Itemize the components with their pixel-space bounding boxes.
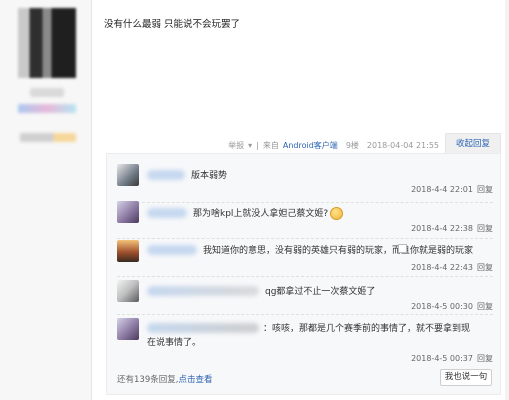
reply-time: 2018-4-4 22:38 回复	[411, 224, 493, 233]
reply-divider	[117, 238, 493, 239]
checkbox-icon[interactable]	[398, 244, 407, 253]
floor-number: 9楼	[345, 141, 359, 150]
scrollbar[interactable]	[505, 0, 509, 400]
say-something-button[interactable]: 我也说一句	[440, 369, 492, 386]
client-link[interactable]: Android客户端	[283, 140, 338, 151]
reply-button[interactable]: 回复	[477, 224, 493, 233]
reply-text: ：咳咳，那都是几个赛季前的事情了，就不要拿到现	[263, 324, 471, 334]
more-replies: 还有139条回复,点击查看	[117, 373, 212, 385]
reply-username-blurred[interactable]	[147, 245, 197, 255]
reply-avatar[interactable]	[117, 280, 139, 302]
reply-button[interactable]: 回复	[477, 185, 493, 194]
reply-button[interactable]: 回复	[477, 302, 493, 311]
post-meta: 举报 ▾ | 来自 Android客户端 9楼 2018-04-04 21:55	[228, 140, 439, 151]
author-badge-blurred	[18, 104, 76, 113]
author-level-blurred	[20, 133, 76, 142]
more-replies-count: 还有139条回复,	[117, 375, 179, 385]
reply-text: 那为啥kpl上就没人拿妲己蔡文姬?	[193, 206, 344, 220]
collapse-replies-button[interactable]: 收起回复	[445, 133, 501, 154]
view-more-link[interactable]: 点击查看	[178, 375, 212, 385]
smile-emoji-icon	[330, 207, 344, 220]
reply-divider	[117, 314, 493, 315]
reply-item: 版本弱势 2018-4-4 22:01 回复	[117, 164, 497, 198]
from-prefix: 来自	[262, 141, 279, 150]
reply-list: 版本弱势 2018-4-4 22:01 回复 那为啥kpl上就没人拿妲己蔡文姬? …	[106, 153, 501, 395]
post-datetime: 2018-04-04 21:55	[366, 141, 439, 150]
reply-time: 2018-4-4 22:43 回复	[411, 263, 493, 272]
reply-time: 2018-4-5 00:30 回复	[411, 302, 493, 311]
reply-item: ：咳咳，那都是几个赛季前的事情了，就不要拿到现 在说事情了。 2018-4-5 …	[117, 318, 497, 364]
reply-text: 版本弱势	[191, 171, 228, 181]
reply-text: qg都拿过不止一次蔡文姬了	[265, 287, 376, 297]
reply-avatar[interactable]	[117, 164, 139, 186]
reply-item: qg都拿过不止一次蔡文姬了 2018-4-5 00:30 回复	[117, 280, 497, 314]
reply-time: 2018-4-5 00:37 回复	[411, 354, 493, 363]
reply-button[interactable]: 回复	[477, 354, 493, 363]
reply-username-blurred[interactable]	[147, 323, 259, 333]
reply-item: 那为啥kpl上就没人拿妲己蔡文姬? 2018-4-4 22:38 回复	[117, 201, 497, 235]
post-content: 没有什么最弱 只能说不会玩罢了	[104, 19, 241, 30]
chevron-down-icon[interactable]: ▾	[248, 141, 252, 150]
report-link[interactable]: 举报	[228, 140, 244, 151]
reply-username-blurred[interactable]	[147, 208, 187, 218]
reply-avatar[interactable]	[117, 240, 139, 262]
author-avatar[interactable]	[18, 8, 76, 78]
reply-text-continued: 在说事情了。	[147, 338, 202, 348]
reply-button[interactable]: 回复	[477, 263, 493, 272]
reply-avatar[interactable]	[117, 201, 139, 223]
meta-separator: |	[256, 141, 259, 150]
reply-text: 我知道你的意思，没有弱的英雄只有弱的玩家，而且你就是弱的玩家	[203, 246, 474, 256]
reply-divider	[117, 276, 493, 277]
author-sidebar	[0, 0, 92, 400]
reply-item: 我知道你的意思，没有弱的英雄只有弱的玩家，而且你就是弱的玩家 2018-4-4 …	[117, 240, 497, 274]
reply-username-blurred[interactable]	[147, 170, 185, 180]
reply-username-blurred[interactable]	[147, 286, 259, 296]
reply-time: 2018-4-4 22:01 回复	[411, 185, 493, 194]
author-name-blurred[interactable]	[30, 88, 64, 97]
reply-avatar[interactable]	[117, 318, 139, 340]
